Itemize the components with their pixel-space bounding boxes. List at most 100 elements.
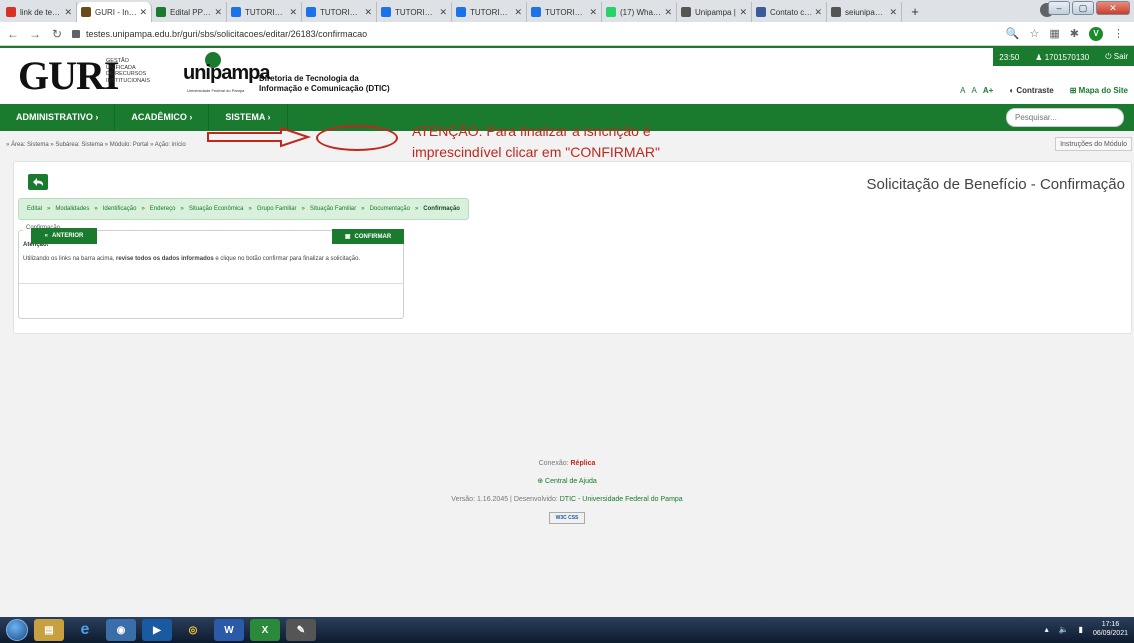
tab-close-icon[interactable]: ✕: [889, 7, 897, 18]
tray-arrow-icon[interactable]: ▴: [1045, 625, 1049, 634]
tab-close-icon[interactable]: ✕: [589, 7, 597, 18]
step-edital[interactable]: Edital: [27, 206, 42, 212]
browser-tab-bar: link de teste d✕GURI - Início✕Edital PP …: [0, 0, 1134, 22]
start-button[interactable]: [6, 619, 28, 641]
browser-tab[interactable]: (17) WhatsApp✕: [602, 2, 677, 22]
minimize-button[interactable]: –: [1048, 1, 1070, 15]
menu-kebab-icon[interactable]: ⋮: [1113, 27, 1124, 40]
browser-tab[interactable]: GURI - Início ✕: [77, 2, 152, 22]
browser-tab[interactable]: TUTORIAL PA✕: [452, 2, 527, 22]
step-confirmacao[interactable]: Confirmação: [423, 206, 460, 212]
tab-label: Unipampa |: [695, 7, 736, 17]
chrome-taskbar-icon[interactable]: ◉: [106, 619, 136, 641]
clock[interactable]: 17:16 06/09/2021: [1093, 620, 1128, 638]
lock-icon: [72, 29, 80, 38]
word-icon[interactable]: W: [214, 619, 244, 641]
tab-close-icon[interactable]: ✕: [664, 7, 672, 18]
url-field[interactable]: testes.unipampa.edu.br/guri/sbs/solicita…: [72, 24, 1006, 44]
zoom-icon[interactable]: 🔍: [1006, 27, 1020, 40]
site-header: GURI GESTÃO UNIFICADA DE RECURSOS INSTIT…: [0, 46, 1134, 104]
tab-favicon-icon: [6, 7, 16, 17]
tab-close-icon[interactable]: ✕: [214, 7, 222, 18]
ie-icon[interactable]: e: [70, 619, 100, 641]
browser-tab[interactable]: TUTORIAL PA✕: [377, 2, 452, 22]
user-id[interactable]: ♟ 1701570130: [1035, 53, 1089, 62]
contrast-button[interactable]: ◐ Contraste: [1009, 86, 1053, 95]
w3c-css-badge[interactable]: W3C CSS: [549, 512, 585, 524]
tab-close-icon[interactable]: ✕: [514, 7, 522, 18]
back-arrow-icon[interactable]: ←: [4, 27, 22, 41]
tab-favicon-icon: [831, 7, 841, 17]
unipampa-logo[interactable]: unipampa Universidade Federal do Pampa D…: [183, 52, 393, 96]
undo-icon[interactable]: [28, 174, 48, 190]
font-normal-button[interactable]: A: [972, 86, 977, 95]
browser-tab[interactable]: Contato com ✕: [752, 2, 827, 22]
instructions-button[interactable]: Instruções do Módulo: [1055, 137, 1132, 151]
divider: [19, 283, 403, 284]
browser-tab[interactable]: TUTORIAL PA✕: [227, 2, 302, 22]
tab-label: seiunipampa: [845, 7, 888, 17]
volume-icon[interactable]: 🔈: [1059, 625, 1069, 634]
menu-administrativo[interactable]: ADMINISTRATIVO ›: [0, 104, 116, 131]
step-grupo-familiar[interactable]: Grupo Familiar: [257, 206, 297, 212]
step-documentacao[interactable]: Documentação: [370, 206, 410, 212]
unipampa-tagline: Universidade Federal do Pampa: [187, 88, 245, 93]
font-small-button[interactable]: A: [960, 86, 965, 95]
help-link[interactable]: ⊕ Central de Ajuda: [0, 473, 1134, 491]
tab-favicon-icon: [606, 7, 616, 17]
guri-logo[interactable]: GURI GESTÃO UNIFICADA DE RECURSOS INSTIT…: [18, 52, 158, 98]
excel-icon[interactable]: X: [250, 619, 280, 641]
tab-close-icon[interactable]: ✕: [289, 7, 297, 18]
tab-label: TUTORIAL PA: [470, 7, 512, 17]
browser-tab[interactable]: Edital PP 2021✕: [152, 2, 227, 22]
windows-taskbar: ▤ e ◉ ▶ ◎ W X ✎ ▴ 🔈 ▮ 17:16 06/09/2021: [0, 617, 1134, 643]
profile-avatar[interactable]: V: [1089, 26, 1103, 41]
step-modalidades[interactable]: Modalidades: [55, 206, 89, 212]
chrome-icon[interactable]: ◎: [178, 619, 208, 641]
reload-icon[interactable]: ↻: [48, 27, 66, 41]
previous-button[interactable]: « ANTERIOR: [31, 228, 97, 244]
guri-logo-text: GURI: [18, 53, 119, 98]
search-input[interactable]: [1006, 108, 1124, 127]
star-icon[interactable]: ☆: [1030, 27, 1040, 40]
extension-icon[interactable]: ▦: [1049, 27, 1059, 40]
tab-favicon-icon: [531, 7, 541, 17]
step-situacao-economica[interactable]: Situação Econômica: [189, 206, 244, 212]
forward-arrow-icon[interactable]: →: [26, 27, 44, 41]
explorer-icon[interactable]: ▤: [34, 619, 64, 641]
step-identificacao[interactable]: Identificação: [103, 206, 137, 212]
tab-close-icon[interactable]: ✕: [814, 7, 822, 18]
annotation-arrow: [207, 126, 312, 148]
font-large-button[interactable]: A+: [983, 86, 993, 95]
network-icon[interactable]: ▮: [1079, 625, 1083, 634]
puzzle-icon[interactable]: ✱: [1070, 27, 1079, 40]
connection-line: Conexão: Réplica: [538, 460, 596, 467]
new-tab-button[interactable]: +: [906, 3, 924, 21]
guri-subtitle: GESTÃO UNIFICADA DE RECURSOS INSTITUCION…: [106, 58, 151, 84]
tab-favicon-icon: [81, 7, 91, 17]
media-player-icon[interactable]: ▶: [142, 619, 172, 641]
tab-label: GURI - Início: [95, 7, 138, 17]
browser-tab[interactable]: seiunipampa ✕: [827, 2, 902, 22]
sitemap-link[interactable]: ⊞ Mapa do Site: [1070, 86, 1128, 95]
tab-close-icon[interactable]: ✕: [139, 7, 147, 18]
browser-tab[interactable]: link de teste d✕: [2, 2, 77, 22]
step-situacao-familiar[interactable]: Situação Familiar: [310, 206, 356, 212]
tab-close-icon[interactable]: ✕: [64, 7, 72, 18]
browser-tab[interactable]: TUTORIAL PA✕: [302, 2, 377, 22]
maximize-button[interactable]: ▢: [1072, 1, 1094, 15]
tab-favicon-icon: [456, 7, 466, 17]
browser-tab[interactable]: TUTORIAL PA✕: [527, 2, 602, 22]
double-left-arrow-icon: «: [44, 233, 48, 239]
close-window-button[interactable]: ✕: [1096, 1, 1130, 15]
app-icon[interactable]: ✎: [286, 619, 316, 641]
annotation-text: ATENÇÃO: Para finalizar a isncrição é im…: [412, 123, 660, 160]
developer-link[interactable]: DTIC - Universidade Federal do Pampa: [560, 496, 683, 503]
step-endereco[interactable]: Endereço: [150, 206, 176, 212]
tab-close-icon[interactable]: ✕: [739, 7, 747, 18]
tab-close-icon[interactable]: ✕: [439, 7, 447, 18]
tab-close-icon[interactable]: ✕: [364, 7, 372, 18]
logout-button[interactable]: ⏻ Sair: [1105, 52, 1128, 62]
browser-tab[interactable]: Unipampa | ✕: [677, 2, 752, 22]
confirm-button[interactable]: ▣ CONFIRMAR: [332, 229, 404, 244]
